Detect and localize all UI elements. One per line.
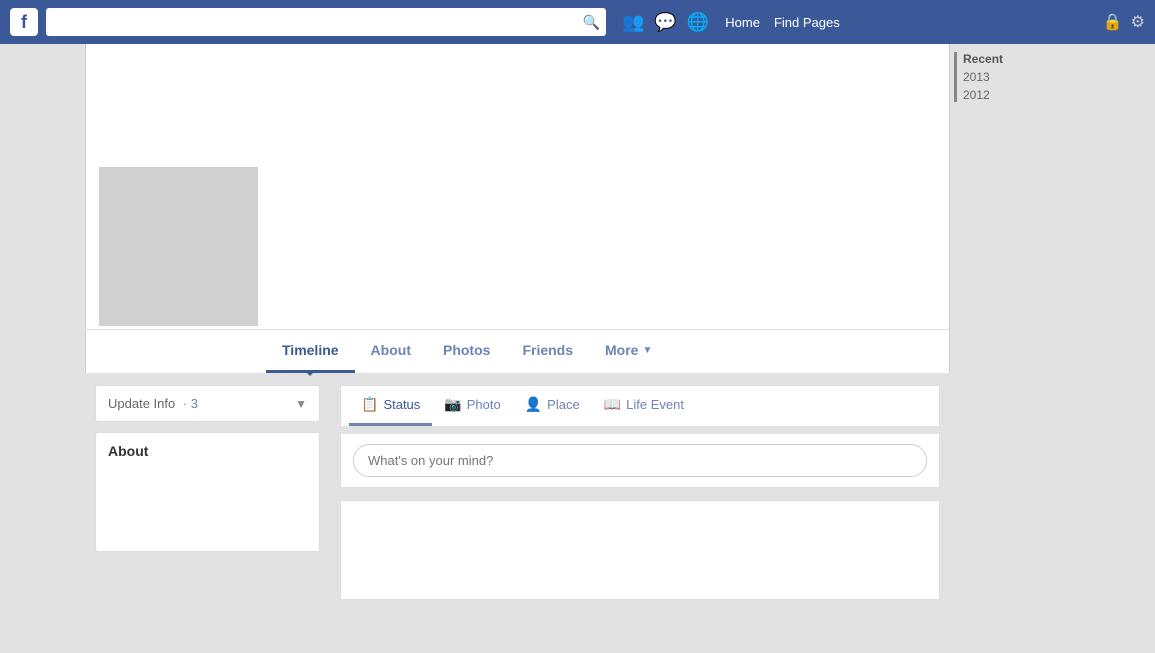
photo-icon: 📷 [444,396,461,413]
tab-more[interactable]: More ▼ [589,330,668,373]
friends-icon[interactable]: 👥 [622,12,644,33]
center-content: Timeline About Photos Friends More ▼ Upd… [85,44,950,653]
chevron-down-icon: ▼ [295,397,307,411]
nav-icons: 👥 💬 🌐 [622,12,709,33]
globe-icon[interactable]: 🌐 [687,12,709,33]
tab-about[interactable]: About [355,330,427,373]
post-tab-life-event[interactable]: 📖 Life Event [592,386,696,426]
find-pages-link[interactable]: Find Pages [774,15,840,30]
about-title: About [108,443,307,459]
recent-label: Recent [963,52,1050,66]
search-input[interactable] [46,8,606,36]
settings-icon[interactable]: ⚙ [1131,12,1145,32]
nav-links: Home Find Pages [725,15,839,30]
chevron-down-icon: ▼ [642,345,652,356]
search-icon: 🔍 [583,14,600,30]
post-tab-status[interactable]: 📋 Status [349,386,432,426]
post-extra-area [340,500,940,600]
home-link[interactable]: Home [725,15,760,30]
profile-picture [96,164,261,329]
about-box: About [95,432,320,552]
left-panel: Update Info · 3 ▼ About [85,385,330,653]
messages-icon[interactable]: 💬 [654,12,676,33]
tab-friends[interactable]: Friends [506,330,589,373]
post-input-area [340,434,940,488]
lock-icon[interactable]: 🔒 [1103,12,1123,32]
profile-section [86,244,949,329]
post-tabs: 📋 Status 📷 Photo 👤 Place 📖 Life Event [340,385,940,426]
navbar: f 🔍 👥 💬 🌐 Home Find Pages 🔒 ⚙ [0,0,1155,44]
search-wrapper: 🔍 [38,8,606,36]
post-input[interactable] [353,444,927,477]
post-tab-place[interactable]: 👤 Place [513,386,592,426]
tab-timeline[interactable]: Timeline [266,330,355,373]
place-icon: 👤 [525,396,542,413]
nav-right: 🔒 ⚙ [1103,12,1145,32]
update-info-box[interactable]: Update Info · 3 ▼ [95,385,320,422]
cover-area [85,44,950,329]
search-button[interactable]: 🔍 [583,14,600,31]
year-2012[interactable]: 2012 [963,88,1050,102]
recent-section: Recent 2013 2012 [954,52,1050,102]
left-sidebar [0,44,85,653]
tabs-bar: Timeline About Photos Friends More ▼ [85,329,950,373]
life-event-icon: 📖 [604,396,621,413]
update-info-label: Update Info · 3 [108,396,198,411]
tab-photos[interactable]: Photos [427,330,506,373]
right-panel: 📋 Status 📷 Photo 👤 Place 📖 Life Event [330,385,950,653]
right-sidebar: Recent 2013 2012 [950,44,1050,653]
status-icon: 📋 [361,396,378,413]
year-2013[interactable]: 2013 [963,70,1050,84]
body-area: Update Info · 3 ▼ About 📋 Status [85,373,950,653]
facebook-logo: f [10,8,38,36]
post-tab-photo[interactable]: 📷 Photo [432,386,512,426]
main-wrapper: Timeline About Photos Friends More ▼ Upd… [0,44,1155,653]
